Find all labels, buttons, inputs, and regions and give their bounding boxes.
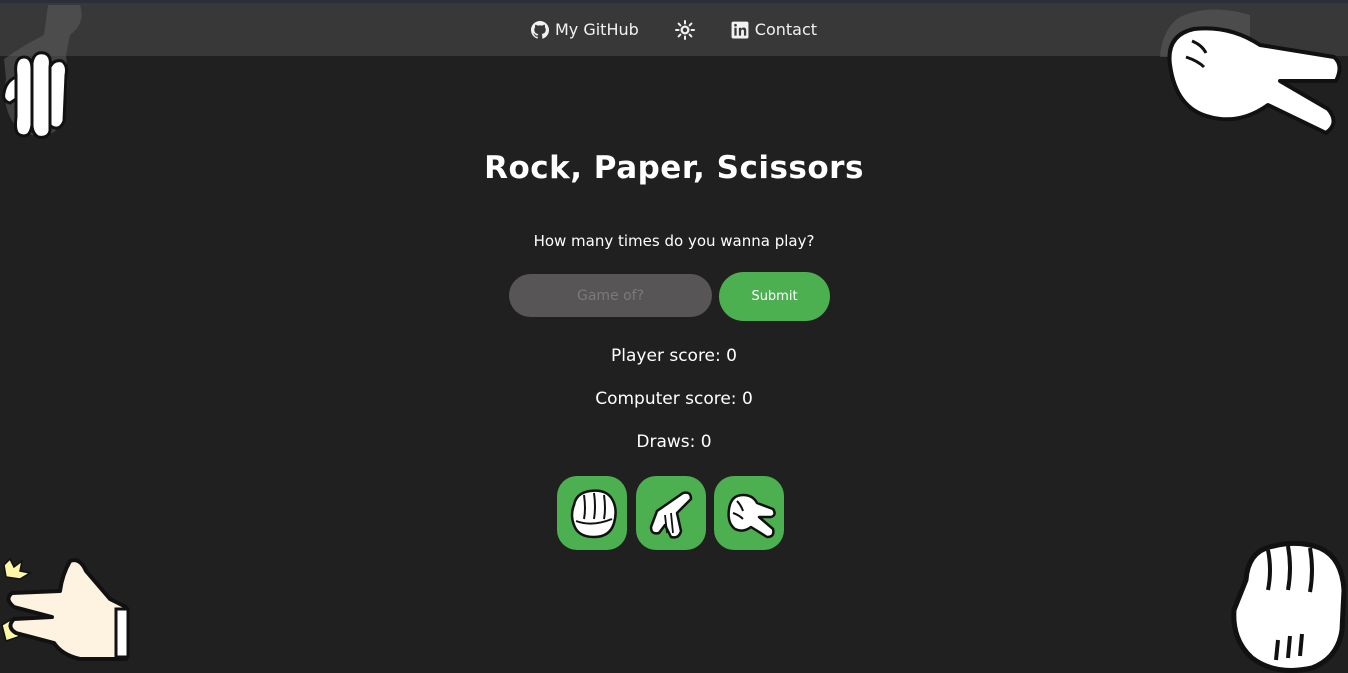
computer-score: Computer score: 0 — [595, 389, 753, 409]
rock-fist-decoration-icon — [1231, 540, 1347, 673]
linkedin-icon — [731, 21, 749, 38]
sun-icon — [674, 19, 695, 40]
github-link[interactable]: My GitHub — [530, 20, 639, 39]
paper-hand-icon — [649, 491, 693, 539]
paper-button[interactable] — [636, 476, 706, 550]
scissors-hand-decoration-icon — [1160, 9, 1342, 135]
rounds-input[interactable] — [509, 274, 712, 317]
github-label: My GitHub — [554, 20, 639, 39]
draws-count: Draws: 0 — [636, 432, 712, 452]
scissors-hand-sparkle-decoration-icon — [1, 557, 130, 661]
navbar: My GitHub Contact — [0, 3, 1348, 56]
theme-toggle[interactable] — [674, 19, 695, 40]
rock-fist-icon — [570, 489, 617, 539]
paper-hand-decoration-icon — [2, 5, 82, 139]
submit-button[interactable]: Submit — [719, 272, 830, 321]
scissors-button[interactable] — [714, 476, 784, 550]
page-title: Rock, Paper, Scissors — [484, 150, 864, 186]
rounds-prompt: How many times do you wanna play? — [533, 232, 815, 250]
player-score: Player score: 0 — [611, 346, 737, 366]
scissors-hand-icon — [727, 493, 776, 539]
rock-button[interactable] — [557, 476, 627, 550]
contact-link[interactable]: Contact — [731, 20, 817, 39]
contact-label: Contact — [754, 20, 818, 39]
github-icon — [530, 20, 549, 39]
